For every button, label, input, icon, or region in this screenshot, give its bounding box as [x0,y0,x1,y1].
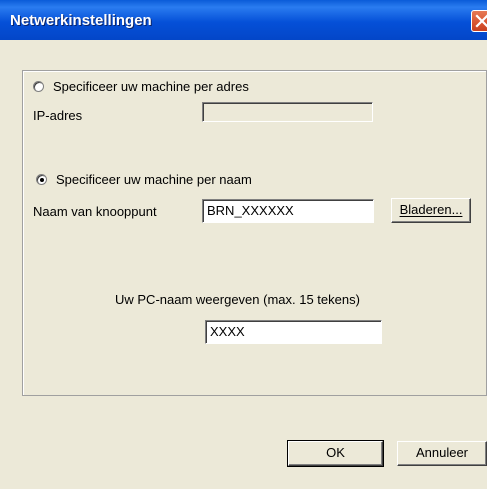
close-button[interactable] [471,10,487,32]
radio-by-address[interactable] [33,81,44,92]
network-settings-dialog: Netwerkinstellingen Specificeer uw machi… [0,0,487,489]
cancel-button[interactable]: Annuleer [397,441,487,466]
radio-by-address-label[interactable]: Specificeer uw machine per adres [53,79,249,94]
browse-button[interactable]: Bladeren... [391,198,471,223]
radio-by-name[interactable] [36,174,47,185]
browse-button-label: Bladeren... [399,202,463,217]
radio-by-name-label[interactable]: Specificeer uw machine per naam [56,172,252,187]
node-name-label: Naam van knooppunt [33,204,157,219]
radio-selected-dot [40,178,44,182]
title-bar[interactable]: Netwerkinstellingen [0,0,487,40]
ip-address-field[interactable] [202,102,373,122]
node-name-input[interactable]: BRN_XXXXXX [202,199,374,223]
ok-button[interactable]: OK [287,440,384,467]
pc-name-label: Uw PC-naam weergeven (max. 15 tekens) [115,292,360,307]
ip-address-label: IP-adres [33,108,83,123]
window-title: Netwerkinstellingen [10,12,152,29]
close-icon [475,14,487,28]
pc-name-input[interactable]: XXXX [205,320,382,344]
